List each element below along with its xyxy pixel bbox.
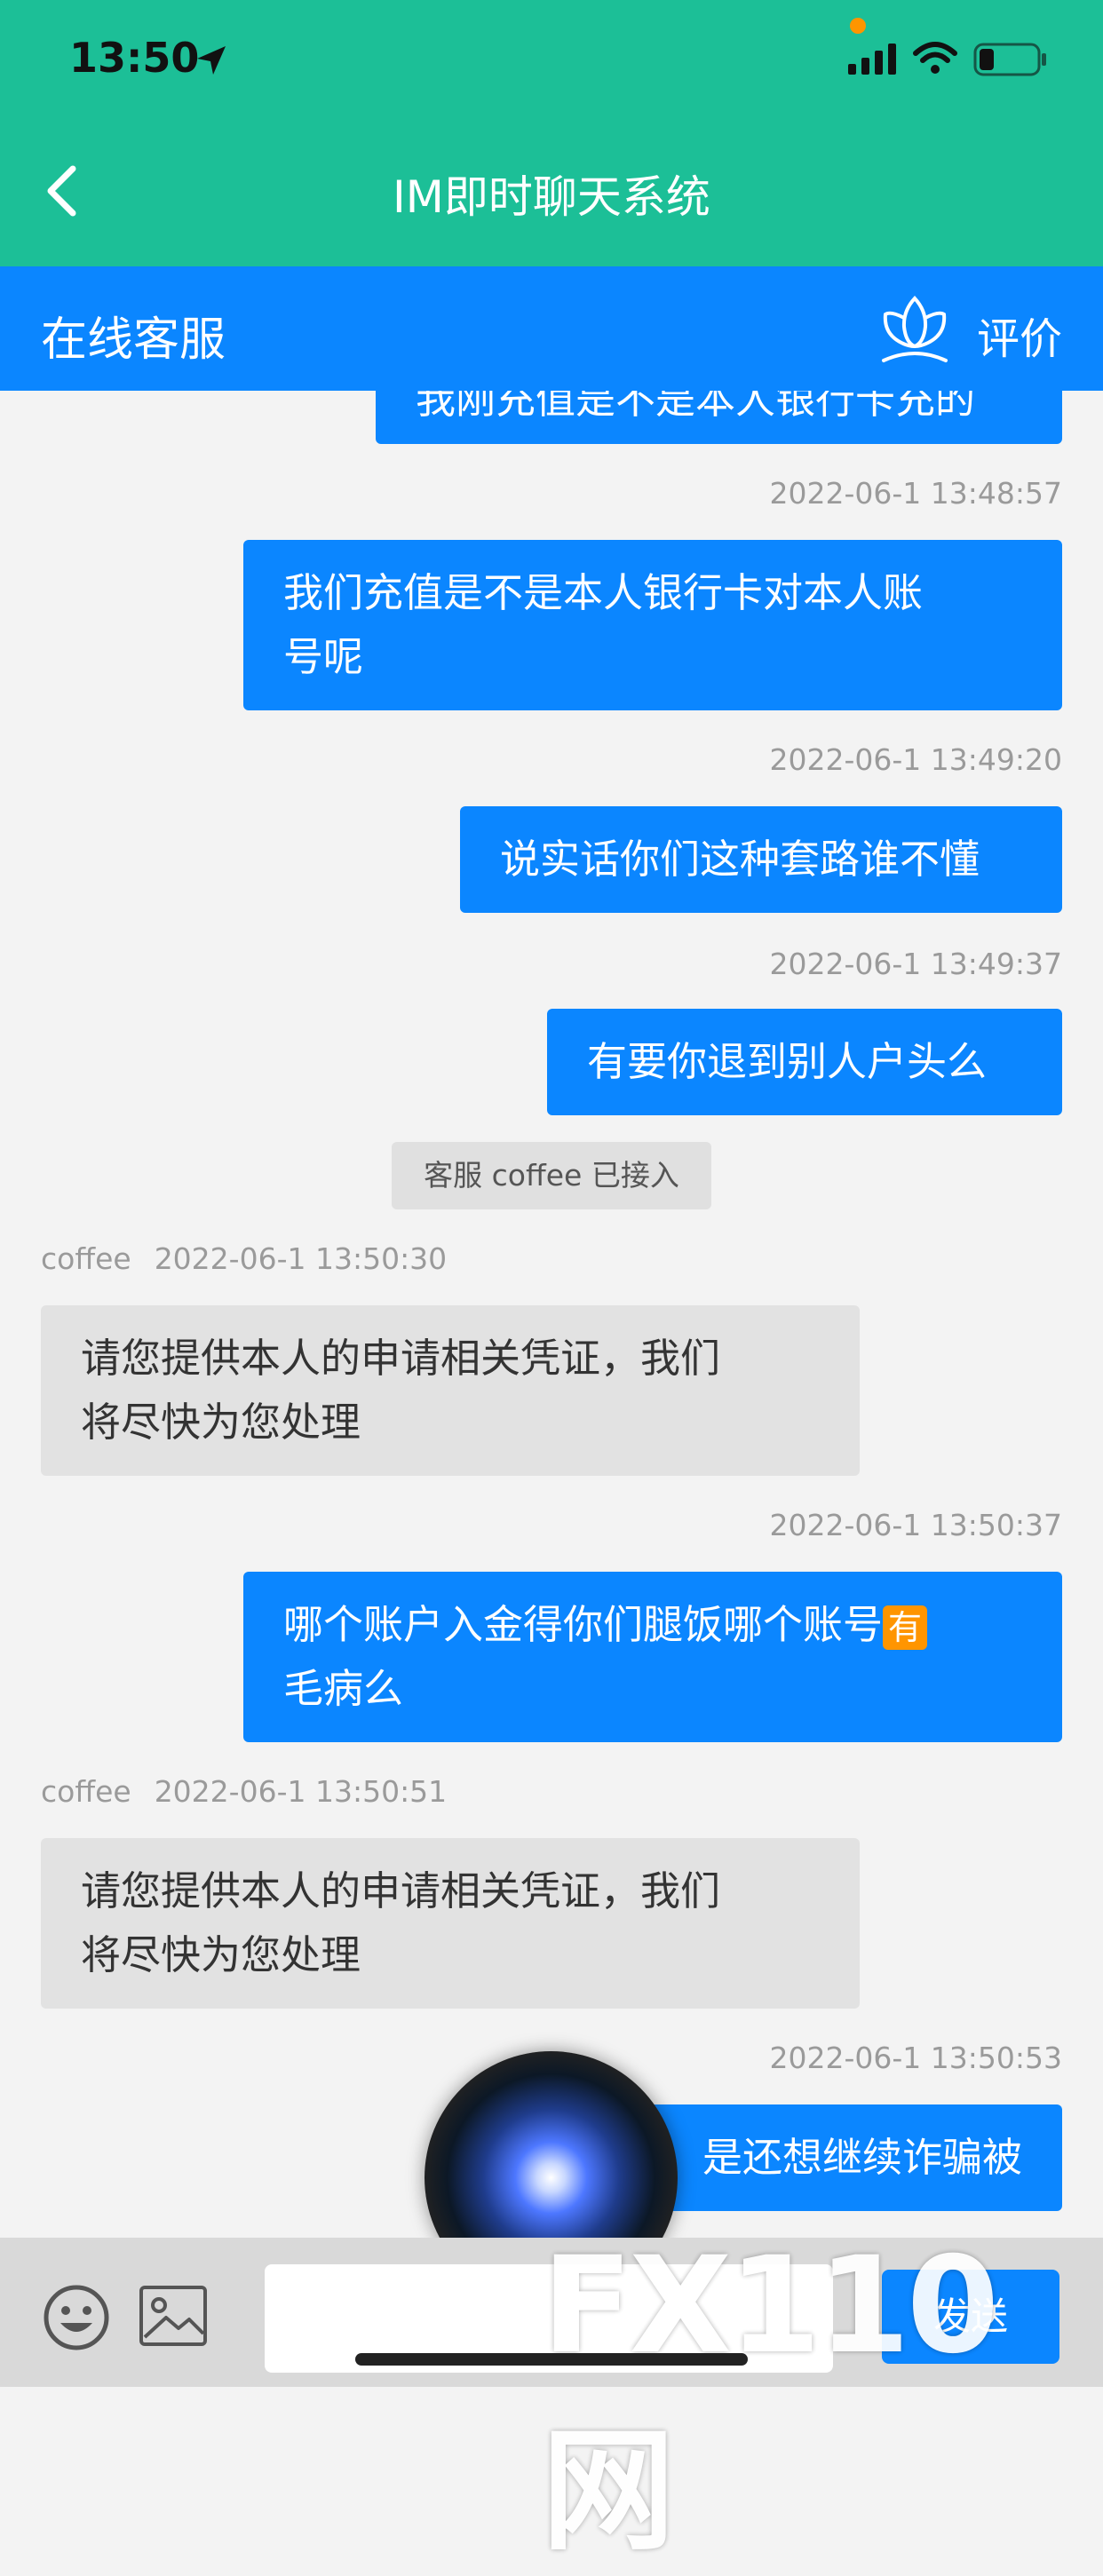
battery-icon xyxy=(973,43,1046,76)
incoming-message: 请您提供本人的申请相关凭证，我们 将尽快为您处理 xyxy=(41,1305,860,1476)
outgoing-message: 有要你退到别人户头么 xyxy=(547,1009,1062,1115)
status-bar: 13:50 xyxy=(0,0,1103,115)
agent-name: coffee xyxy=(41,1774,131,1809)
message-text-line: 我们充值是不是本人银行卡对本人账 xyxy=(283,569,924,616)
message-timestamp: 2022-06-1 13:50:37 xyxy=(769,1508,1062,1542)
incoming-message: 请您提供本人的申请相关凭证，我们 将尽快为您处理 xyxy=(41,1838,860,2009)
message-timestamp: 2022-06-1 13:50:51 xyxy=(154,1774,448,1809)
message-timestamp: 2022-06-1 13:49:20 xyxy=(769,742,1062,777)
navigation-bar: IM即时聊天系统 xyxy=(0,115,1103,266)
message-text: 说实话你们这种套路谁不懂 xyxy=(500,836,980,883)
location-arrow-icon xyxy=(197,46,226,75)
agent-name: coffee xyxy=(41,1241,131,1276)
privacy-indicator-dot xyxy=(850,18,866,34)
page-title: IM即时聊天系统 xyxy=(393,171,710,223)
outgoing-message: 是还想继续诈骗被 xyxy=(618,2104,1062,2211)
flower-rate-icon[interactable] xyxy=(875,291,955,366)
message-text-line: 毛病么 xyxy=(283,1665,404,1712)
outgoing-message: 我刚充值是不是本人银行卡充的 xyxy=(376,391,1062,444)
chat-message-list[interactable]: 我刚充值是不是本人银行卡充的 2022-06-1 13:48:57 我们充值是不… xyxy=(0,391,1103,2238)
rate-button[interactable]: 评价 xyxy=(977,304,1062,366)
outgoing-message: 说实话你们这种套路谁不懂 xyxy=(460,806,1062,913)
home-indicator[interactable] xyxy=(355,2353,748,2366)
cellular-signal-icon xyxy=(848,44,896,75)
message-timestamp: 2022-06-1 13:50:53 xyxy=(769,2041,1062,2075)
system-notice: 客服 coffee 已接入 xyxy=(392,1142,711,1209)
message-timestamp: 2022-06-1 13:49:37 xyxy=(769,947,1062,981)
message-text: 是还想继续诈骗被 xyxy=(702,2134,1022,2181)
customer-service-bar: 在线客服 评价 xyxy=(0,266,1103,391)
wifi-icon xyxy=(913,42,957,74)
message-text-line: 号呢 xyxy=(283,633,364,680)
agent-sender-line: coffee 2022-06-1 13:50:51 xyxy=(41,1774,470,1809)
cs-title: 在线客服 xyxy=(41,313,226,367)
message-text: 我刚充值是不是本人银行卡充的 xyxy=(416,391,976,423)
orange-emoji-badge: 有 xyxy=(883,1605,928,1650)
message-text-line: 哪个账户入金得你们腿饭哪个账号 xyxy=(283,1601,884,1648)
agent-sender-line: coffee 2022-06-1 13:50:30 xyxy=(41,1241,470,1276)
message-text-line: 请您提供本人的申请相关凭证，我们 xyxy=(81,1335,721,1382)
message-timestamp: 2022-06-1 13:48:57 xyxy=(769,476,1062,511)
image-icon[interactable] xyxy=(138,2284,209,2348)
outgoing-message: 我们充值是不是本人银行卡对本人账 号呢 xyxy=(243,540,1062,710)
message-text-line: 将尽快为您处理 xyxy=(81,1931,361,1978)
emoji-icon[interactable] xyxy=(43,2284,110,2351)
watermark: FX110网 xyxy=(542,2229,999,2569)
message-text-line: 将尽快为您处理 xyxy=(81,1399,361,1446)
message-text-line: 请您提供本人的申请相关凭证，我们 xyxy=(81,1867,721,1914)
status-time: 13:50 xyxy=(69,34,200,82)
message-text: 有要你退到别人户头么 xyxy=(587,1038,988,1085)
message-timestamp: 2022-06-1 13:50:30 xyxy=(154,1241,448,1276)
outgoing-message: 哪个账户入金得你们腿饭哪个账号有 毛病么 xyxy=(243,1572,1062,1742)
